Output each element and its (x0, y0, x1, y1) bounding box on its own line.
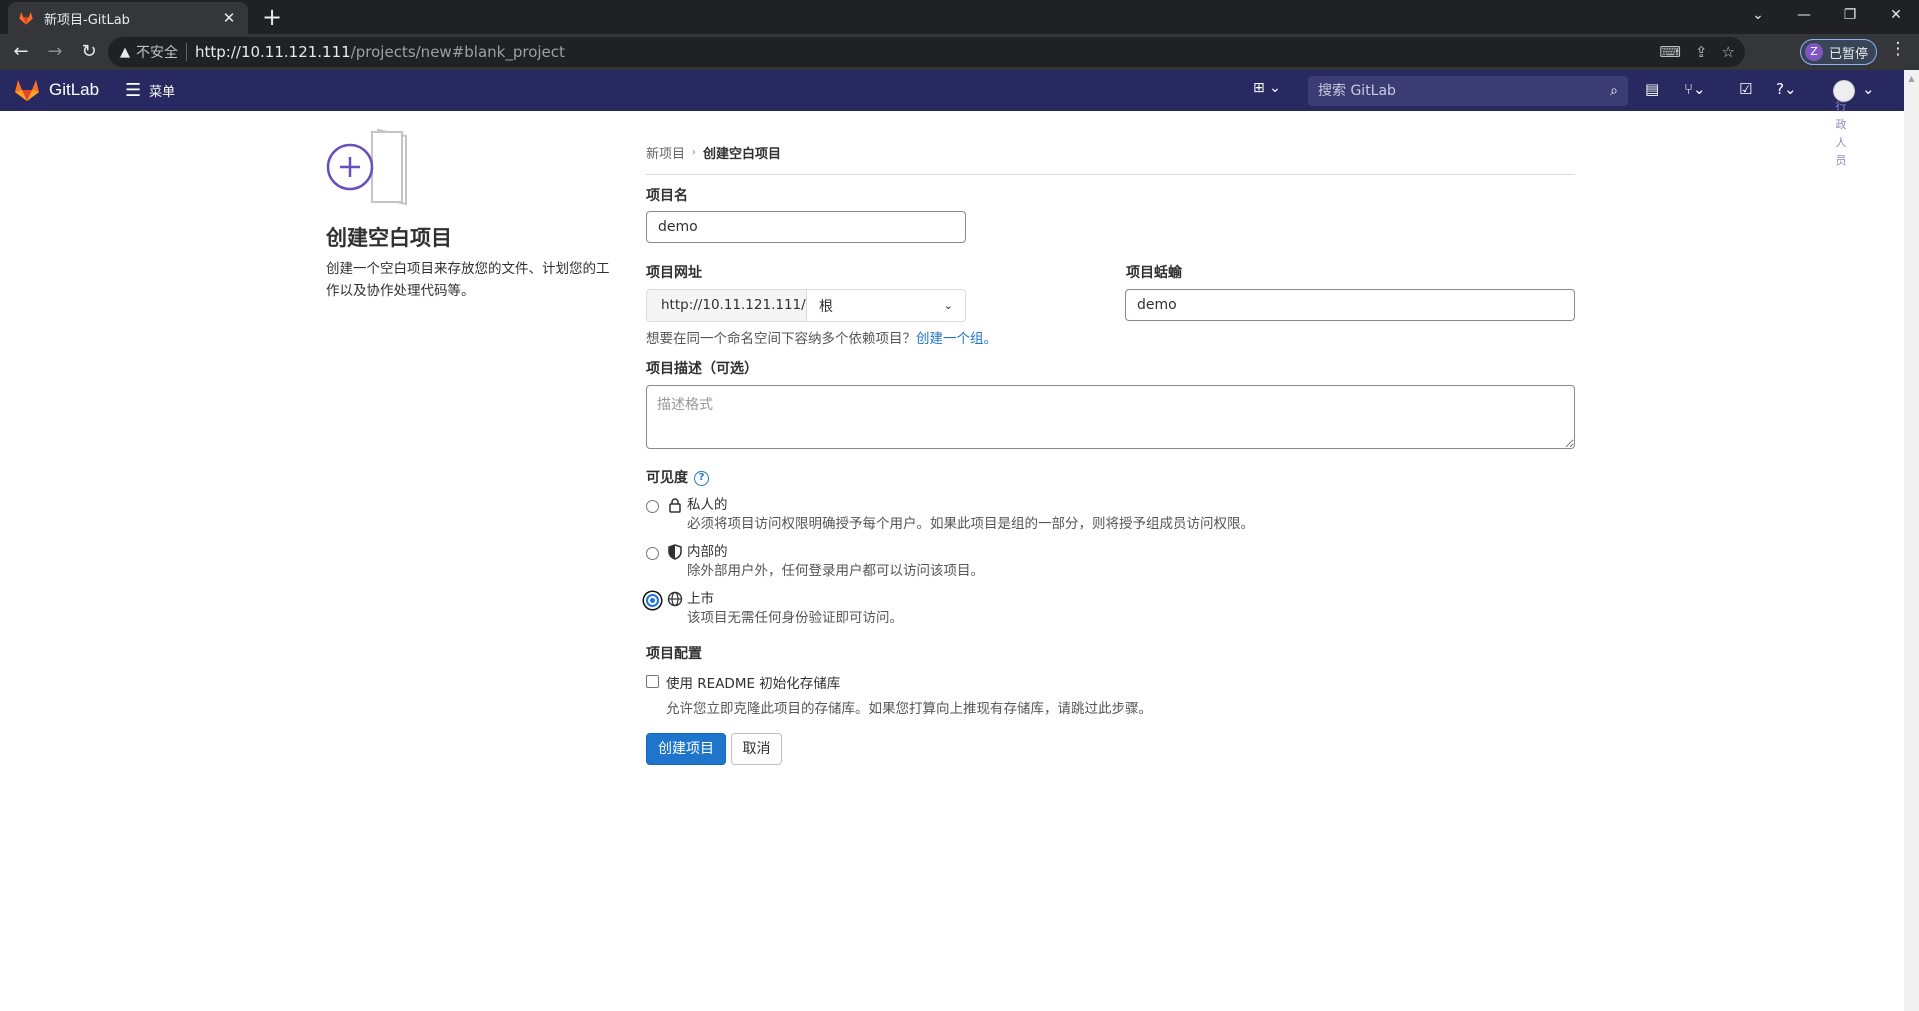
reload-icon[interactable]: ↻ (72, 36, 106, 68)
main-menu-button[interactable]: ☰ 菜单 (125, 80, 175, 101)
project-config-label: 项目配置 (646, 646, 702, 662)
namespace-select[interactable]: 根 ⌄ (806, 289, 966, 322)
gitlab-logo-icon[interactable] (14, 78, 40, 102)
chevron-down-icon: ⌄ (943, 299, 953, 312)
breadcrumb-current: 创建空白项目 (703, 147, 782, 162)
tab-search-icon[interactable]: ⌄ (1735, 0, 1781, 30)
visibility-public-radio[interactable] (646, 594, 659, 607)
omnibox[interactable]: ▲ 不安全 http://10.11.121.111/projects/new#… (108, 37, 1745, 67)
profile-status: 已暂停 (1829, 46, 1869, 62)
pane-description: 创建一个空白项目来存放您的文件、计划您的工作以及协作处理代码等。 (326, 261, 610, 299)
gitlab-header: GitLab ☰ 菜单 ⊞ ⌄ ⌕ ▤ ⑂⌄ ☑ ?⌄ ⌄ (0, 70, 1904, 111)
readme-label[interactable]: 使用 README 初始化存储库 (666, 672, 840, 692)
create-group-link[interactable]: 创建一个组。 (916, 331, 997, 347)
new-dropdown-icon[interactable]: ⊞ ⌄ (1253, 80, 1281, 96)
translate-icon[interactable]: ⌨ (1659, 43, 1681, 61)
blank-project-illustration-icon (326, 128, 407, 206)
gitlab-brand[interactable]: GitLab (49, 80, 99, 100)
url-path: /projects/new#blank_project (350, 43, 565, 61)
project-name-label: 项目名 (646, 188, 688, 204)
readme-checkbox[interactable] (646, 675, 659, 688)
browser-menu-icon[interactable]: ⋮ (1886, 39, 1910, 59)
address-bar: ← → ↻ ▲ 不安全 http://10.11.121.111/project… (0, 34, 1919, 95)
cancel-button[interactable]: 取消 (731, 733, 782, 765)
new-tab-button[interactable]: + (258, 4, 286, 32)
visibility-public[interactable]: 上市 该项目无需任何身份验证即可访问。 (646, 590, 903, 628)
visibility-private-desc: 必须将项目访问权限明确授予每个用户。如果此项目是组的一部分，则将授予组成员访问权… (687, 516, 1254, 532)
pane-title: 创建空白项目 (326, 226, 452, 250)
warning-icon: ▲ (120, 44, 130, 60)
project-description-textarea[interactable] (646, 385, 1575, 449)
visibility-internal[interactable]: 内部的 除外部用户外，任何登录用户都可以访问该项目。 (646, 543, 984, 581)
profile-avatar: Z (1805, 43, 1823, 61)
restore-icon[interactable]: ❐ (1827, 0, 1873, 30)
search-box[interactable]: ⌕ (1308, 76, 1628, 106)
visibility-internal-radio[interactable] (646, 547, 659, 560)
profile-chip[interactable]: Z 已暂停 (1800, 39, 1877, 65)
share-icon[interactable]: ⇪ (1695, 43, 1708, 61)
breadcrumb: 新项目 › 创建空白项目 (646, 143, 781, 162)
visibility-public-text: 上市 该项目无需任何身份验证即可访问。 (687, 590, 903, 628)
create-project-button[interactable]: 创建项目 (646, 733, 726, 765)
breadcrumb-chevron-icon: › (692, 147, 697, 158)
omnibox-divider (186, 43, 187, 61)
breadcrumb-divider (646, 174, 1575, 175)
namespace-value: 根 (819, 298, 833, 315)
visibility-label-text: 可见度 (646, 470, 688, 486)
description-label: 项目描述（可选） (646, 361, 758, 377)
browser-tab-active[interactable]: 新项目-GitLab ✕ (8, 2, 248, 34)
project-url-group: http://10.11.121.111/ 根 ⌄ (646, 289, 966, 322)
url-host: http://10.11.121.111 (195, 43, 351, 61)
url-text[interactable]: http://10.11.121.111/projects/new#blank_… (195, 43, 565, 61)
group-help-text: 想要在同一个命名空间下容纳多个依赖项目？创建一个组。 (646, 327, 997, 347)
issues-icon[interactable]: ▤ (1645, 80, 1659, 98)
project-name-input[interactable] (646, 211, 966, 243)
back-icon[interactable]: ← (4, 36, 38, 68)
tab-title: 新项目-GitLab (44, 12, 130, 28)
help-icon[interactable]: ?⌄ (1776, 80, 1797, 98)
url-prefix: http://10.11.121.111/ (646, 289, 806, 322)
visibility-public-title: 上市 (687, 591, 714, 607)
project-url-label: 项目网址 (646, 265, 702, 281)
browser-tabstrip: 新项目-GitLab ✕ + ⌄ — ❐ ✕ (0, 0, 1919, 34)
group-help: 想要在同一个命名空间下容纳多个依赖项目？ (646, 331, 916, 347)
breadcrumb-parent[interactable]: 新项目 (646, 143, 685, 162)
visibility-label: 可见度? (646, 467, 709, 487)
minimize-icon[interactable]: — (1781, 0, 1827, 30)
user-role-text: 行政人员 (1835, 100, 1847, 167)
shield-icon (668, 544, 682, 560)
hamburger-icon: ☰ (125, 80, 142, 101)
insecure-label: 不安全 (136, 45, 178, 61)
bookmark-star-icon[interactable]: ☆ (1722, 43, 1735, 61)
close-window-icon[interactable]: ✕ (1873, 0, 1919, 30)
main-menu-label: 菜单 (149, 85, 176, 100)
visibility-private-radio[interactable] (646, 500, 659, 513)
search-icon[interactable]: ⌕ (1610, 83, 1618, 99)
visibility-private-title: 私人的 (687, 497, 728, 513)
search-input[interactable] (1318, 83, 1611, 99)
visibility-internal-title: 内部的 (687, 544, 728, 560)
visibility-help-icon[interactable]: ? (694, 470, 709, 486)
scroll-up-icon[interactable]: ▲ (1904, 74, 1919, 83)
tab-close-icon[interactable]: ✕ (220, 9, 238, 27)
gitlab-favicon-icon (19, 12, 33, 25)
avatar-chevron-icon[interactable]: ⌄ (1862, 80, 1875, 98)
globe-icon (667, 591, 683, 607)
project-slug-label: 项目蛞蝓 (1126, 265, 1182, 281)
visibility-private-text: 私人的 必须将项目访问权限明确授予每个用户。如果此项目是组的一部分，则将授予组成… (687, 496, 1254, 534)
visibility-private[interactable]: 私人的 必须将项目访问权限明确授予每个用户。如果此项目是组的一部分，则将授予组成… (646, 496, 1254, 534)
page-scrollbar[interactable]: ▲ (1904, 70, 1919, 1011)
visibility-public-desc: 该项目无需任何身份验证即可访问。 (687, 610, 903, 626)
todos-icon[interactable]: ☑ (1739, 80, 1752, 98)
forward-icon[interactable]: → (38, 36, 72, 68)
readme-help-text: 允许您立即克隆此项目的存储库。如果您打算向上推现有存储库，请跳过此步骤。 (666, 701, 1152, 717)
visibility-internal-desc: 除外部用户外，任何登录用户都可以访问该项目。 (687, 563, 984, 579)
visibility-internal-text: 内部的 除外部用户外，任何登录用户都可以访问该项目。 (687, 543, 984, 581)
omnibox-icons: ⌨ ⇪ ☆ (1659, 37, 1735, 67)
lock-icon (669, 498, 681, 513)
merge-requests-icon[interactable]: ⑂⌄ (1684, 80, 1706, 98)
project-slug-input[interactable] (1125, 289, 1575, 321)
